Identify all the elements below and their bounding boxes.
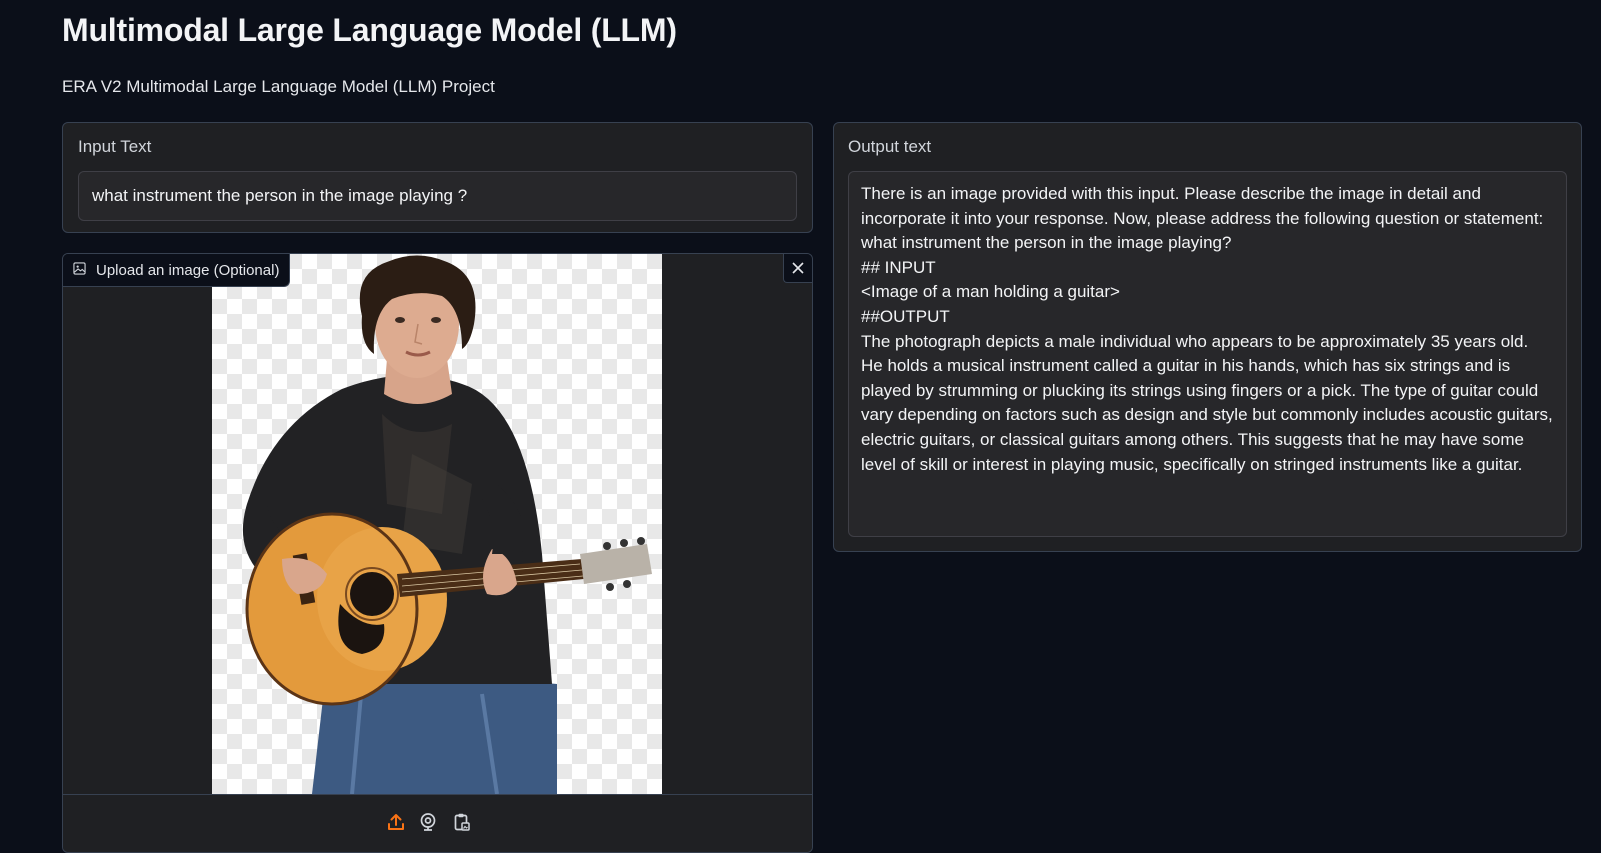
input-text-field[interactable]: what instrument the person in the image … [78, 171, 797, 221]
output-text-panel: Output text There is an image provided w… [833, 122, 1582, 552]
clipboard-icon [454, 813, 470, 831]
close-icon [792, 262, 804, 274]
input-text-panel: Input Text what instrument the person in… [62, 122, 813, 233]
clear-image-button[interactable] [783, 254, 812, 283]
webcam-button[interactable] [417, 811, 439, 833]
upload-icon [388, 814, 404, 830]
upload-image-label: Upload an image (Optional) [96, 261, 280, 279]
page-description: ERA V2 Multimodal Large Language Model (… [62, 77, 495, 96]
image-icon [73, 261, 86, 279]
input-text-label: Input Text [78, 137, 152, 156]
upload-button[interactable] [385, 811, 407, 833]
page-title: Multimodal Large Language Model (LLM) [62, 12, 677, 48]
uploaded-image-preview [212, 254, 662, 794]
image-source-toolbar [63, 794, 812, 852]
image-upload-panel[interactable]: Upload an image (Optional) [62, 253, 813, 853]
upload-image-label-badge: Upload an image (Optional) [63, 254, 291, 287]
output-text-label: Output text [848, 137, 932, 156]
man-with-guitar-photo [242, 255, 652, 794]
webcam-icon [420, 813, 436, 831]
paste-clipboard-button[interactable] [451, 811, 473, 833]
output-text-field[interactable]: There is an image provided with this inp… [848, 171, 1567, 537]
